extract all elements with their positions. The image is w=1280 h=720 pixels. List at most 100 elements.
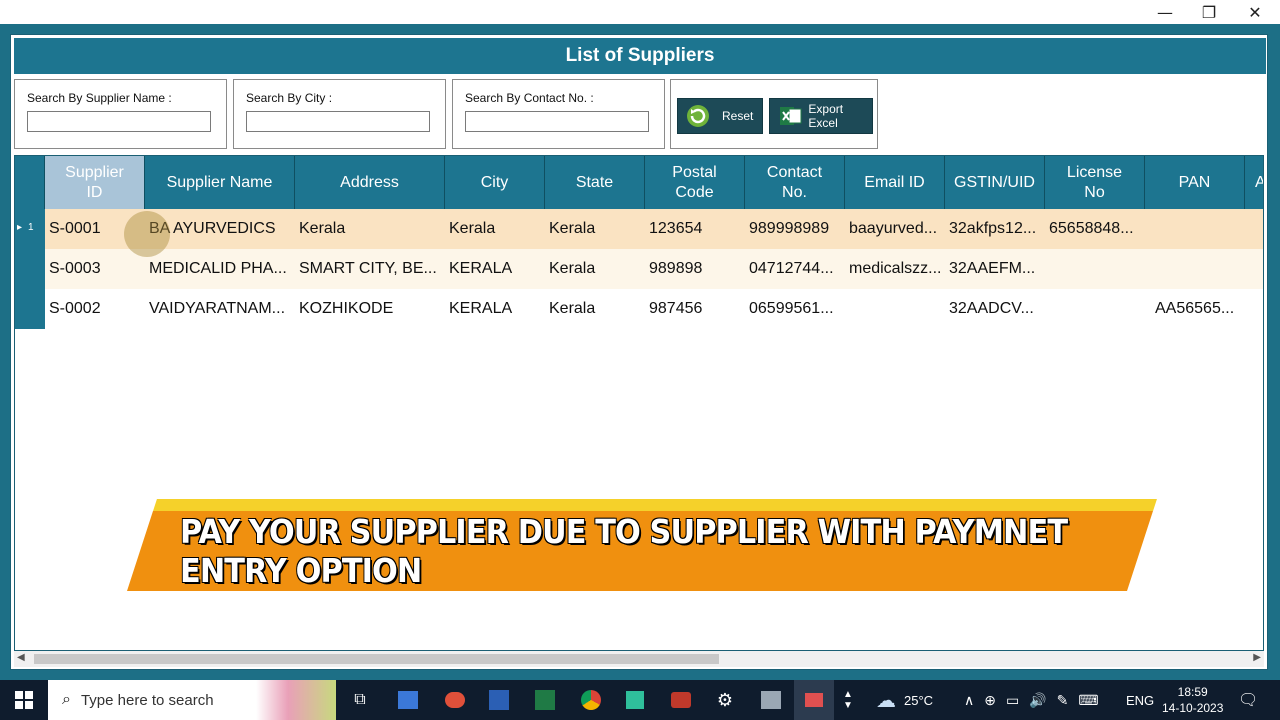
- scroll-left-icon[interactable]: ◀: [17, 652, 25, 663]
- row-pointer-icon: ▸: [17, 222, 23, 233]
- active-app-icon[interactable]: [794, 680, 834, 720]
- keyboard-icon[interactable]: ⌨: [1078, 692, 1098, 709]
- supplier-name-search-input[interactable]: [27, 111, 211, 132]
- taskbar-app-icon[interactable]: [436, 680, 474, 720]
- cell-supplier-name[interactable]: BA AYURVEDICS: [145, 209, 295, 249]
- cell-pan[interactable]: [1145, 209, 1245, 249]
- taskbar-scroll-icon[interactable]: ▲ ▼: [840, 680, 856, 720]
- cell-contact-no[interactable]: 06599561...: [745, 289, 845, 329]
- action-button-group: Reset Export Excel: [670, 79, 878, 149]
- column-header-state[interactable]: State: [545, 156, 645, 209]
- city-search-group: Search By City :: [233, 79, 446, 149]
- volume-icon[interactable]: 🔊: [1029, 692, 1046, 709]
- notifications-icon[interactable]: 🗨: [1238, 680, 1258, 720]
- cell-pan[interactable]: AA56565...: [1145, 289, 1245, 329]
- cell-gstin[interactable]: 32akfps12...: [945, 209, 1045, 249]
- cell-supplier-id[interactable]: S-0002: [45, 289, 145, 329]
- system-tray-icons[interactable]: ∧ ⊕ ▭ 🔊 ✎ ⌨: [964, 680, 1099, 720]
- cell-address[interactable]: KOZHIKODE: [295, 289, 445, 329]
- cell-contact-no[interactable]: 989998989: [745, 209, 845, 249]
- taskbar-search-box[interactable]: ⌕ Type here to search: [48, 680, 336, 720]
- scroll-right-icon[interactable]: ▶: [1253, 652, 1261, 663]
- cell-license-no[interactable]: 65658848...: [1045, 209, 1145, 249]
- cell-supplier-id[interactable]: S-0001: [45, 209, 145, 249]
- horizontal-scrollbar[interactable]: ◀ ▶: [14, 651, 1264, 667]
- column-header-supplier-id[interactable]: Supplier ID: [45, 156, 145, 209]
- current-row-indicator: ▸ 1: [17, 222, 34, 233]
- cell-state[interactable]: Kerala: [545, 209, 645, 249]
- taskbar-app-icon[interactable]: [616, 680, 654, 720]
- pen-icon[interactable]: ✎: [1057, 692, 1069, 709]
- city-search-input[interactable]: [246, 111, 430, 132]
- page-title: List of Suppliers: [14, 38, 1266, 74]
- cell-license-no[interactable]: [1045, 249, 1145, 289]
- reset-button[interactable]: Reset: [677, 98, 763, 134]
- cell-city[interactable]: KERALA: [445, 289, 545, 329]
- clock-date: 14-10-2023: [1162, 701, 1224, 715]
- contact-search-input[interactable]: [465, 111, 649, 132]
- row-header-corner: [15, 156, 45, 209]
- export-excel-button[interactable]: Export Excel: [769, 98, 873, 134]
- cell-gstin[interactable]: 32AADCV...: [945, 289, 1045, 329]
- clock[interactable]: 18:59 14-10-2023: [1162, 680, 1223, 720]
- cell-supplier-id[interactable]: S-0003: [45, 249, 145, 289]
- cell-email-id[interactable]: medicalszz...: [845, 249, 945, 289]
- cell-postal-code[interactable]: 123654: [645, 209, 745, 249]
- column-header-contact-no[interactable]: Contact No.: [745, 156, 845, 209]
- start-button[interactable]: [0, 680, 48, 720]
- minimize-button[interactable]: —: [1142, 0, 1188, 24]
- cell-postal-code[interactable]: 987456: [645, 289, 745, 329]
- chrome-icon[interactable]: [572, 680, 610, 720]
- task-view-icon[interactable]: ⧉: [342, 680, 378, 720]
- column-header-pan[interactable]: PAN: [1145, 156, 1245, 209]
- scrollbar-thumb[interactable]: [34, 654, 719, 664]
- column-header-gstin[interactable]: GSTIN/UID: [945, 156, 1045, 209]
- column-header-address[interactable]: Address: [295, 156, 445, 209]
- column-header-city[interactable]: City: [445, 156, 545, 209]
- word-icon[interactable]: [480, 680, 518, 720]
- column-header-license-no[interactable]: License No: [1045, 156, 1145, 209]
- cell-postal-code[interactable]: 989898: [645, 249, 745, 289]
- cell-city[interactable]: Kerala: [445, 209, 545, 249]
- city-search-label: Search By City :: [246, 91, 333, 105]
- taskbar-app-icon[interactable]: [390, 680, 426, 720]
- network-icon[interactable]: ▭: [1006, 692, 1019, 709]
- minimize-icon: —: [1157, 2, 1173, 22]
- table-row[interactable]: S-0002 VAIDYARATNAM... KOZHIKODE KERALA …: [45, 289, 1263, 329]
- export-excel-label: Export Excel: [808, 102, 844, 130]
- cell-email-id[interactable]: baayurved...: [845, 209, 945, 249]
- column-header-more[interactable]: A: [1245, 156, 1263, 209]
- cell-address[interactable]: Kerala: [295, 209, 445, 249]
- settings-icon[interactable]: ⚙: [706, 680, 744, 720]
- cell-supplier-name[interactable]: VAIDYARATNAM...: [145, 289, 295, 329]
- taskbar-app-icon[interactable]: [662, 680, 700, 720]
- column-header-supplier-name[interactable]: Supplier Name: [145, 156, 295, 209]
- chevron-up-icon[interactable]: ∧: [964, 692, 974, 709]
- cell-state[interactable]: Kerala: [545, 249, 645, 289]
- cell-pan[interactable]: [1145, 249, 1245, 289]
- cell-city[interactable]: KERALA: [445, 249, 545, 289]
- language-indicator[interactable]: ENG: [1126, 680, 1154, 720]
- cell-license-no[interactable]: [1045, 289, 1145, 329]
- cell-supplier-name[interactable]: MEDICALID PHA...: [145, 249, 295, 289]
- close-icon: ✕: [1248, 2, 1262, 22]
- search-highlight-image: [256, 680, 336, 720]
- cell-contact-no[interactable]: 04712744...: [745, 249, 845, 289]
- close-button[interactable]: ✕: [1232, 0, 1278, 24]
- search-icon: ⌕: [62, 691, 71, 708]
- weather-widget[interactable]: ☁ 25°C: [876, 680, 933, 720]
- cell-state[interactable]: Kerala: [545, 289, 645, 329]
- refresh-icon: [684, 102, 712, 130]
- taskbar-app-icon[interactable]: [752, 680, 790, 720]
- column-header-email-id[interactable]: Email ID: [845, 156, 945, 209]
- column-header-postal-code[interactable]: Postal Code: [645, 156, 745, 209]
- windows-icon: [15, 691, 33, 709]
- cell-address[interactable]: SMART CITY, BE...: [295, 249, 445, 289]
- maximize-button[interactable]: ❐: [1186, 0, 1232, 24]
- cell-email-id[interactable]: [845, 289, 945, 329]
- tray-icon[interactable]: ⊕: [984, 692, 996, 709]
- table-row[interactable]: S-0003 MEDICALID PHA... SMART CITY, BE..…: [45, 249, 1263, 289]
- cell-gstin[interactable]: 32AAEFM...: [945, 249, 1045, 289]
- table-row[interactable]: S-0001 BA AYURVEDICS Kerala Kerala Keral…: [45, 209, 1263, 249]
- excel-taskbar-icon[interactable]: [526, 680, 564, 720]
